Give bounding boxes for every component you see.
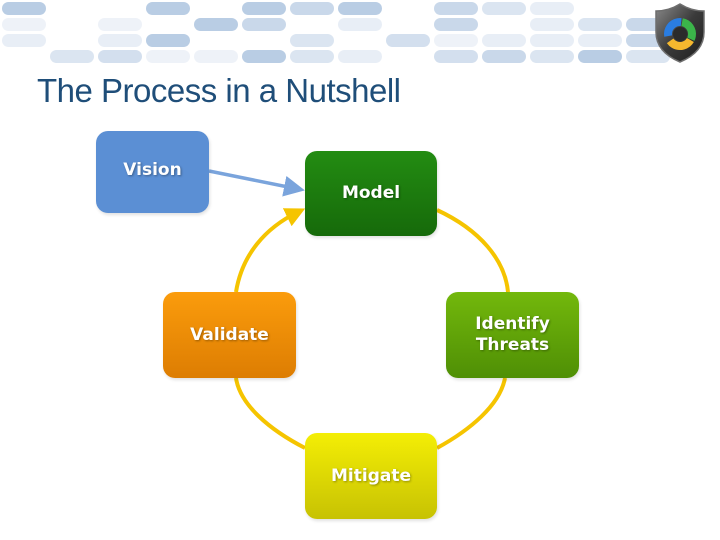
edge-model-to-identify	[436, 208, 510, 293]
edge-identify-to-mitigate	[436, 377, 507, 450]
node-mitigate: Mitigate	[305, 433, 437, 519]
node-validate: Validate	[163, 292, 296, 378]
edge-validate-to-model	[234, 208, 306, 293]
node-model-label: Model	[341, 183, 401, 203]
edge-vision-to-model	[208, 169, 305, 197]
node-identify-threats: Identify Threats	[446, 292, 579, 378]
node-validate-label: Validate	[190, 324, 269, 345]
node-identify-label-line1: Identify	[475, 314, 550, 334]
node-identify-label-line2: Threats	[475, 335, 550, 355]
node-mitigate-label: Mitigate	[331, 465, 411, 486]
edge-mitigate-to-validate	[234, 377, 306, 450]
node-vision-label: Vision	[123, 160, 182, 180]
node-model: Model	[305, 151, 437, 236]
node-vision: Vision	[96, 131, 209, 213]
